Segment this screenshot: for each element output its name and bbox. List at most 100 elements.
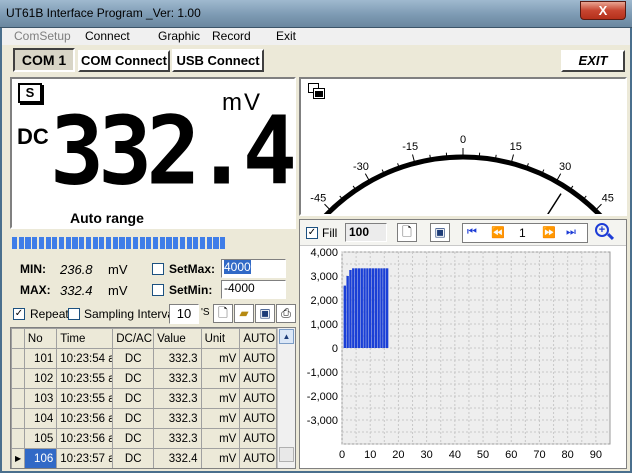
bargraph-segment (106, 237, 112, 249)
sampling-checkbox[interactable] (68, 308, 80, 320)
bargraph-segment (240, 237, 245, 249)
column-header[interactable]: Unit (200, 328, 241, 349)
fill-checkbox[interactable]: ✓ (306, 227, 318, 239)
window-title: UT61B Interface Program _Ver: 1.00 (6, 6, 201, 20)
column-header[interactable]: DC/AC (112, 328, 155, 349)
zoom-icon[interactable]: + (592, 221, 616, 244)
row-indicator[interactable] (11, 368, 25, 389)
scroll-up-icon[interactable]: ▲ (279, 329, 294, 344)
row-indicator[interactable]: ▶ (11, 448, 25, 468)
table-row[interactable]: 102 10:23:55 a DC 332.3 mV AUTO (11, 368, 277, 389)
analog-bargraph (12, 237, 294, 249)
table-cell: DC (112, 428, 155, 449)
table-row[interactable]: ▶ 106 10:23:57 a DC 332.4 mV AUTO (11, 448, 277, 468)
x-tick-label: 50 (477, 449, 489, 461)
row-indicator[interactable] (11, 428, 25, 449)
new-graph-icon[interactable]: 🗋 (397, 223, 417, 242)
table-cell: mV (200, 368, 241, 389)
bargraph-segment (213, 237, 219, 249)
table-cell: AUTO (239, 428, 277, 449)
table-cell: 332.3 (153, 408, 202, 429)
table-cell: DC (112, 388, 155, 409)
bar (369, 268, 372, 348)
row-indicator[interactable] (11, 388, 25, 409)
bargraph-segment (227, 237, 232, 249)
usb-connect-button[interactable]: USB Connect (172, 49, 264, 72)
table-cell: AUTO (239, 448, 277, 468)
title-bar: UT61B Interface Program _Ver: 1.00 X (0, 0, 632, 28)
column-header[interactable]: Time (56, 328, 114, 349)
column-header[interactable]: AUTO (239, 328, 277, 349)
gauge-tick-label: 30 (559, 161, 571, 173)
setmin-checkbox[interactable] (152, 284, 164, 296)
bar (366, 268, 369, 348)
display-value: 332.4 (50, 96, 297, 207)
bargraph-segment (79, 237, 85, 249)
table-row[interactable]: 103 10:23:55 a DC 332.3 mV AUTO (11, 388, 277, 409)
bargraph-segment (132, 237, 139, 249)
save-graph-icon[interactable]: ▣ (430, 223, 450, 242)
gauge-needle (547, 193, 562, 214)
menu-connect[interactable]: Connect (85, 29, 130, 43)
save-icon[interactable]: ▣ (255, 304, 275, 323)
bargraph-segment (267, 237, 272, 249)
com-connect-button[interactable]: COM Connect (78, 50, 170, 72)
row-indicator-header (11, 328, 25, 349)
table-scrollbar[interactable]: ▲ (277, 328, 295, 468)
bargraph-segment (38, 237, 45, 249)
bargraph-segment (173, 237, 179, 249)
repeat-label: Repeat (30, 307, 69, 321)
setmax-input[interactable]: 4000 (221, 259, 286, 278)
setmin-input[interactable]: -4000 (221, 280, 286, 299)
setmax-value: 4000 (224, 260, 251, 274)
table-row[interactable]: 101 10:23:54 a DC 332.3 mV AUTO (11, 348, 277, 369)
table-cell: mV (200, 448, 241, 468)
last-page-icon[interactable]: ⏭ (566, 226, 576, 239)
lcd-display: S mV DC 332.4 Auto range (10, 77, 297, 229)
bar (349, 270, 352, 348)
table-cell: mV (200, 348, 241, 369)
bargraph-segment (72, 237, 78, 249)
scroll-thumb[interactable] (279, 447, 294, 462)
setmax-label: SetMax: (169, 262, 216, 276)
bargraph-segment (254, 237, 259, 249)
exit-button[interactable]: EXIT (561, 50, 625, 72)
bargraph-segment (234, 237, 239, 249)
first-page-icon[interactable]: ⏮ (467, 226, 477, 239)
next-page-icon[interactable]: ⏩ (542, 226, 556, 239)
bar (357, 268, 361, 348)
max-value: 332.4 (60, 283, 93, 298)
close-button[interactable]: X (580, 1, 626, 20)
menu-record[interactable]: Record (212, 29, 251, 43)
table-row[interactable]: 105 10:23:56 a DC 332.3 mV AUTO (11, 428, 277, 449)
y-tick-label: 1,000 (310, 319, 338, 331)
table-cell: 10:23:54 a (56, 348, 114, 369)
bargraph-segment (99, 237, 105, 249)
table-row[interactable]: 104 10:23:56 a DC 332.3 mV AUTO (11, 408, 277, 429)
repeat-checkbox[interactable]: ✓ (13, 308, 25, 320)
open-folder-icon[interactable]: ▰ (234, 304, 254, 323)
gauge-tick-label: 15 (510, 141, 522, 153)
print-icon[interactable]: ⎙ (276, 304, 296, 323)
menu-graphic[interactable]: Graphic (158, 29, 200, 43)
table-cell: AUTO (239, 408, 277, 429)
bargraph-segment (65, 237, 71, 249)
bargraph-segment (281, 237, 286, 249)
bargraph-segment (200, 237, 206, 249)
min-value: 236.8 (60, 262, 93, 277)
column-header[interactable]: Value (153, 328, 202, 349)
x-tick-label: 60 (505, 449, 517, 461)
menu-exit[interactable]: Exit (276, 29, 296, 43)
main-window-client: COM 1 COM Connect USB Connect EXIT S mV … (2, 45, 630, 471)
interval-input[interactable]: 10 (169, 304, 199, 324)
menu-comsetup[interactable]: ComSetup (14, 29, 71, 43)
column-header[interactable]: No (23, 328, 58, 349)
gauge-tick-label: -15 (402, 141, 418, 153)
row-indicator[interactable] (11, 348, 25, 369)
setmax-checkbox[interactable] (152, 263, 164, 275)
com-port-button[interactable]: COM 1 (13, 48, 75, 72)
new-file-icon[interactable]: 🗋 (213, 304, 233, 323)
prev-page-icon[interactable]: ⏪ (491, 226, 505, 239)
row-indicator[interactable] (11, 408, 25, 429)
points-input[interactable]: 100 (345, 223, 387, 242)
